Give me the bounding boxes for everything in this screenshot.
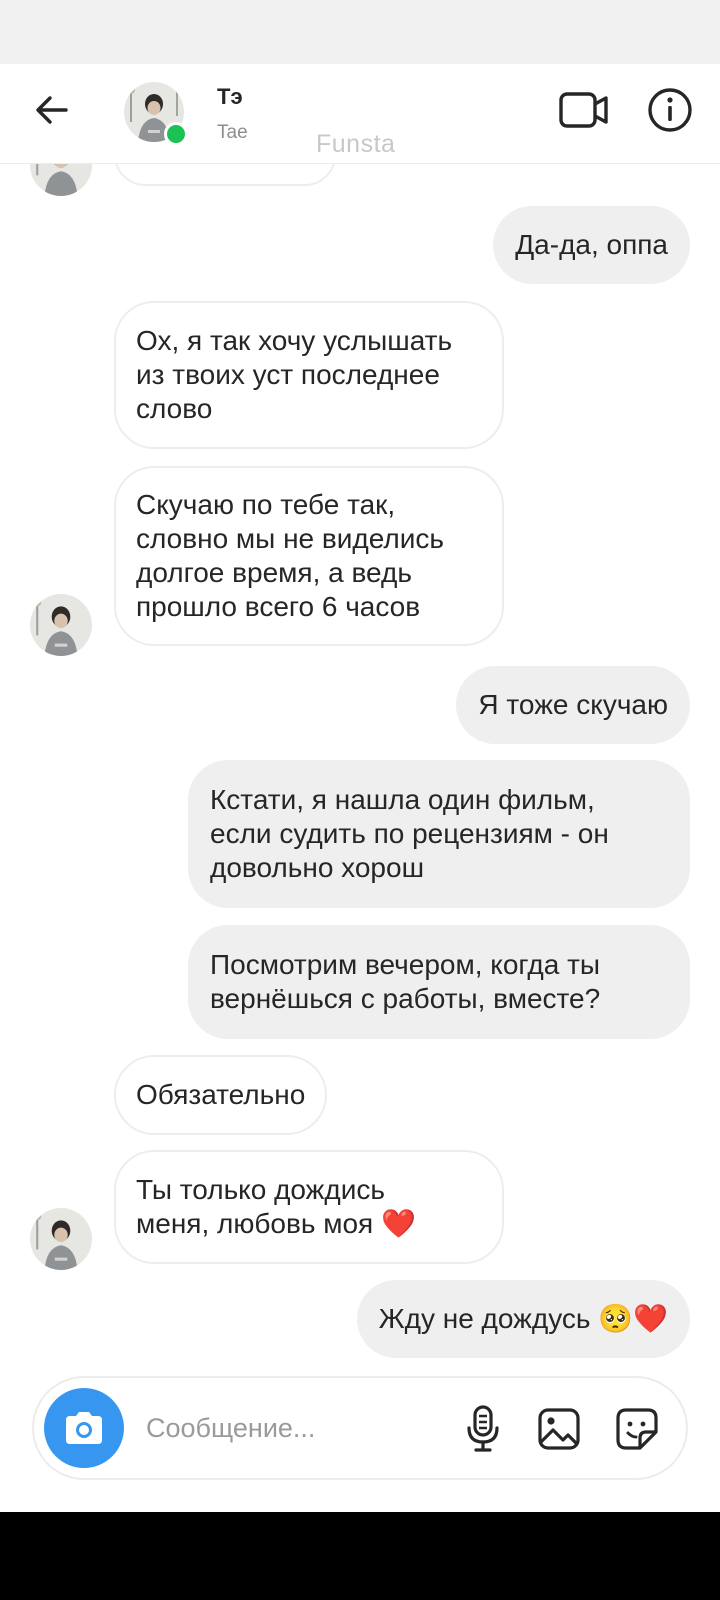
message-outgoing[interactable]: Кстати, я нашла один фильм, если судить … [188, 760, 690, 908]
message-text: Посмотрим вечером, когда ты вернёшься с … [210, 949, 601, 1014]
avatar-photo [30, 594, 92, 656]
camera-button[interactable] [44, 1388, 124, 1468]
message-text: Ты только дождись меня, любовь моя ❤️ [136, 1174, 416, 1239]
message-bubble: Скучаю по тебе так, словно мы не виделис… [114, 466, 504, 646]
system-navigation-bar [0, 1512, 720, 1600]
message-composer [32, 1376, 688, 1480]
message-text: Жду не дождусь 🥺❤️ [378, 1303, 668, 1334]
message-bubble: Посмотрим вечером, когда ты вернёшься с … [188, 925, 690, 1039]
image-icon [538, 1408, 580, 1450]
microphone-button[interactable] [454, 1400, 512, 1458]
contact-name[interactable]: Тэ [217, 84, 243, 110]
message-thread[interactable]: Да-да, оппа Ох, я так хочу услышать из т… [0, 164, 720, 1380]
back-button[interactable] [28, 86, 76, 134]
message-bubble: Ох, я так хочу услышать из твоих уст пос… [114, 301, 504, 449]
message-bubble: Я тоже скучаю [456, 666, 690, 744]
funsta-label: Funsta [316, 130, 396, 158]
sticker-button[interactable] [608, 1400, 666, 1458]
message-outgoing[interactable]: Посмотрим вечером, когда ты вернёшься с … [188, 925, 690, 1039]
message-incoming[interactable]: Ох, я так хочу услышать из твоих уст пос… [114, 301, 504, 449]
video-camera-icon [559, 92, 608, 128]
message-incoming[interactable]: Ты только дождись меня, любовь моя ❤️ [114, 1150, 504, 1264]
chat-header: Тэ Tae Funsta [0, 64, 720, 164]
message-text: Скучаю по тебе так, словно мы не виделис… [136, 489, 444, 622]
message-outgoing[interactable]: Да-да, оппа [493, 206, 690, 284]
info-icon [648, 88, 692, 132]
message-avatar[interactable] [30, 594, 92, 656]
gallery-button[interactable] [530, 1400, 588, 1458]
message-input[interactable] [146, 1404, 436, 1452]
message-outgoing[interactable]: Я тоже скучаю [456, 666, 690, 744]
message-text: Ох, я так хочу услышать из твоих уст пос… [136, 325, 453, 424]
status-bar [0, 0, 720, 64]
message-avatar[interactable] [30, 164, 92, 196]
message-incoming[interactable]: Обязательно [114, 1055, 328, 1135]
message-text: Кстати, я нашла один фильм, если судить … [210, 784, 609, 883]
microphone-icon [467, 1405, 499, 1452]
sticker-icon [616, 1408, 658, 1450]
message-bubble: Ты только дождись меня, любовь моя ❤️ [114, 1150, 504, 1264]
message-bubble: Обязательно [114, 1055, 328, 1135]
message-bubble: Да-да, оппа [493, 206, 690, 284]
camera-icon [66, 1412, 102, 1444]
arrow-left-icon [36, 96, 68, 124]
video-call-button[interactable] [556, 84, 612, 136]
contact-username: Tae [217, 122, 248, 143]
message-incoming[interactable]: Скучаю по тебе так, словно мы не виделис… [114, 466, 504, 646]
online-status-dot [164, 122, 188, 146]
message-text: Обязательно [136, 1079, 306, 1110]
message-bubble: Жду не дождусь 🥺❤️ [356, 1280, 690, 1358]
message-bubble: Кстати, я нашла один фильм, если судить … [188, 760, 690, 908]
message-bubble [114, 164, 336, 186]
message-outgoing[interactable]: Жду не дождусь 🥺❤️ [356, 1280, 690, 1358]
message-incoming[interactable] [114, 164, 336, 186]
info-button[interactable] [642, 82, 698, 138]
message-avatar[interactable] [30, 1208, 92, 1270]
message-text: Да-да, оппа [515, 229, 668, 260]
avatar-photo [30, 1208, 92, 1270]
avatar-photo [30, 164, 92, 196]
message-text: Я тоже скучаю [478, 689, 668, 720]
